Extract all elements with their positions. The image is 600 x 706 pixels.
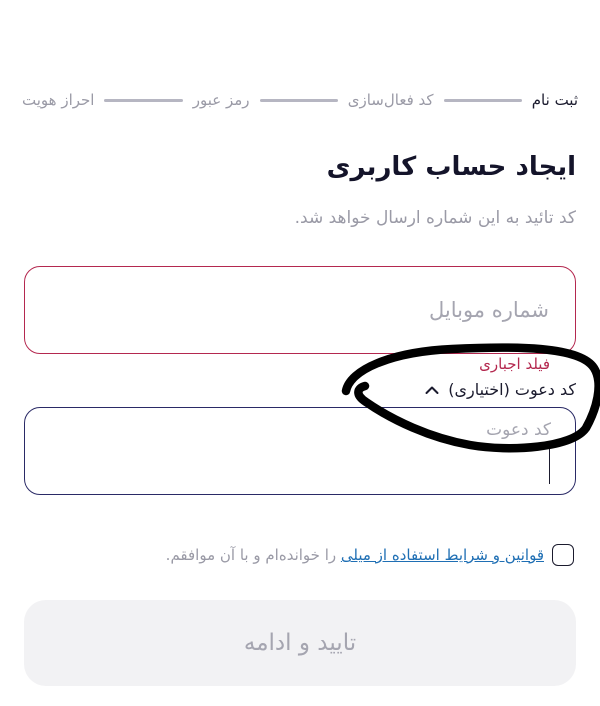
step-identity-verification: احراز هویت [22,91,95,109]
page-subtitle: کد تائید به این شماره ارسال خواهد شد. [294,208,576,228]
mobile-field[interactable] [24,266,576,354]
confirm-continue-button[interactable]: تایید و ادامه [24,600,576,686]
step-activation-code: کد فعال‌سازی [347,91,434,109]
terms-agreement-text: را خوانده‌ام و با آن موافقم. [165,546,341,564]
invite-code-field[interactable]: کد دعوت [24,407,576,495]
step-password: رمز عبور [192,91,250,109]
step-signup: ثبت نام [531,91,578,109]
step-connector [104,98,183,102]
chevron-up-icon [424,382,440,398]
page-title: ایجاد حساب کاربری [326,152,576,182]
terms-checkbox[interactable] [552,544,574,566]
invite-code-toggle-label: کد دعوت (اختیاری) [448,380,576,399]
step-connector [443,98,522,102]
signup-stepper: ثبت نام کد فعال‌سازی رمز عبور احراز هویت [22,88,578,112]
mobile-input[interactable] [25,267,575,353]
step-connector [259,98,338,102]
invite-code-toggle[interactable]: کد دعوت (اختیاری) [424,380,576,399]
text-cursor [548,442,550,484]
invite-code-input[interactable] [25,408,575,494]
terms-row: قوانین و شرایط استفاده از میلی را خوانده… [20,544,574,566]
terms-text: قوانین و شرایط استفاده از میلی را خوانده… [166,546,544,564]
terms-link[interactable]: قوانین و شرایط استفاده از میلی [341,546,544,564]
mobile-error-message: فیلد اجباری [479,355,550,373]
